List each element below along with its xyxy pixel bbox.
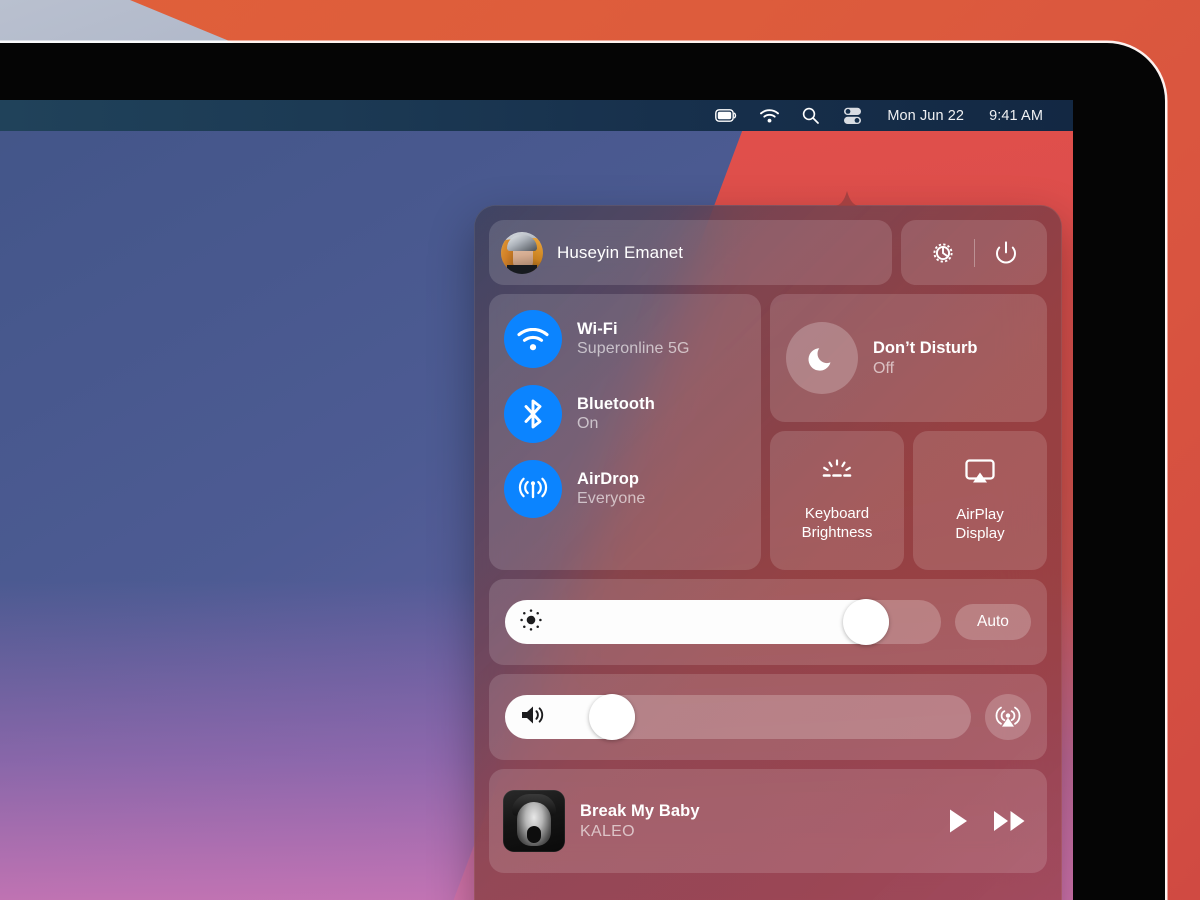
user-name: Huseyin Emanet — [557, 242, 684, 262]
connectivity-text-airdrop: AirDrop Everyone — [577, 470, 645, 508]
menubar-time[interactable]: 9:41 AM — [989, 108, 1043, 124]
brightness-knob[interactable] — [842, 599, 889, 645]
connectivity-title: AirDrop — [577, 470, 640, 488]
connectivity-item-wifi[interactable]: Wi-Fi Superonline 5G — [489, 310, 761, 368]
volume-icon — [519, 704, 547, 731]
controls-row: Wi-Fi Superonline 5G Bluetooth On AirDro… — [489, 294, 1047, 570]
brightness-auto-label: Auto — [977, 613, 1009, 630]
tile-line-1: Keyboard — [804, 504, 870, 522]
tile-line-2: Brightness — [801, 524, 873, 541]
volume-card — [489, 674, 1047, 760]
airplay-display-icon — [962, 458, 998, 491]
connectivity-text-wifi: Wi-Fi Superonline 5G — [577, 320, 690, 358]
airplay-display-tile[interactable]: AirPlay Display — [913, 431, 1047, 570]
play-icon[interactable] — [947, 808, 969, 834]
do-not-disturb-status: Off — [873, 359, 895, 377]
avatar-body — [507, 264, 537, 274]
playback-controls — [947, 808, 1027, 834]
connectivity-item-bluetooth[interactable]: Bluetooth On — [489, 385, 761, 443]
keyboard-brightness-label: Keyboard Brightness — [802, 504, 873, 542]
bluetooth-icon — [504, 385, 562, 443]
avatar — [501, 231, 543, 274]
airplay-audio-icon[interactable] — [985, 694, 1031, 740]
keyboard-brightness-icon — [819, 459, 855, 490]
album-artwork[interactable] — [503, 790, 565, 852]
track-artist: KALEO — [580, 822, 635, 840]
now-playing-card: Break My Baby KALEO — [489, 769, 1047, 873]
tile-line-1: AirPlay — [956, 505, 1004, 523]
battery-icon[interactable] — [715, 109, 737, 122]
mini-tiles-row: Keyboard Brightness AirPlay Display — [770, 431, 1047, 570]
connectivity-status: Everyone — [577, 490, 646, 507]
gear-icon[interactable] — [912, 238, 974, 268]
wifi-icon[interactable] — [760, 108, 780, 123]
tile-line-2: Display — [955, 525, 1005, 542]
power-icon[interactable] — [975, 238, 1037, 268]
airplay-display-label: AirPlay Display — [955, 505, 1004, 543]
menu-bar: Mon Jun 22 9:41 AM — [0, 100, 1073, 131]
control-center-pointer — [834, 191, 860, 206]
laptop-screen: Mon Jun 22 9:41 AM Huseyin Emanet Wi-Fi … — [0, 100, 1073, 900]
laptop-shell: Mon Jun 22 9:41 AM Huseyin Emanet Wi-Fi … — [0, 43, 1165, 900]
user-row: Huseyin Emanet — [489, 220, 1047, 285]
connectivity-title: Bluetooth — [577, 395, 655, 413]
connectivity-status: On — [577, 415, 599, 432]
brightness-card: Auto — [489, 579, 1047, 665]
do-not-disturb-title: Don’t Disturb — [873, 338, 978, 357]
fast-forward-icon[interactable] — [993, 808, 1027, 834]
right-controls-column: Don’t Disturb Off Keyboard Brightness Ai… — [770, 294, 1047, 570]
brightness-icon — [519, 608, 543, 637]
connectivity-status: Superonline 5G — [577, 340, 690, 357]
brightness-fill — [505, 600, 889, 644]
do-not-disturb-text: Don’t Disturb Off — [873, 339, 978, 378]
system-actions-card — [901, 220, 1047, 285]
track-title: Break My Baby — [580, 801, 700, 820]
control-center-icon[interactable] — [842, 107, 864, 125]
connectivity-text-bluetooth: Bluetooth On — [577, 395, 655, 433]
connectivity-card: Wi-Fi Superonline 5G Bluetooth On AirDro… — [489, 294, 761, 570]
keyboard-brightness-tile[interactable]: Keyboard Brightness — [770, 431, 904, 570]
brightness-slider[interactable] — [505, 599, 941, 645]
search-icon[interactable] — [802, 107, 820, 124]
avatar-headphones — [507, 234, 537, 251]
volume-slider[interactable] — [505, 694, 971, 740]
menubar-date[interactable]: Mon Jun 22 — [887, 108, 964, 124]
airdrop-icon — [504, 460, 562, 518]
user-card[interactable]: Huseyin Emanet — [489, 220, 892, 285]
moon-icon — [786, 322, 858, 394]
do-not-disturb-card[interactable]: Don’t Disturb Off — [770, 294, 1047, 422]
brightness-auto-button[interactable]: Auto — [955, 604, 1031, 640]
control-center-panel: Huseyin Emanet Wi-Fi Superonline 5G Blue… — [474, 205, 1062, 900]
wifi-icon — [504, 310, 562, 368]
volume-knob[interactable] — [589, 694, 636, 740]
connectivity-item-airdrop[interactable]: AirDrop Everyone — [489, 460, 761, 518]
connectivity-title: Wi-Fi — [577, 320, 618, 338]
now-playing-text: Break My Baby KALEO — [580, 802, 932, 841]
artwork-mouth — [527, 826, 541, 843]
